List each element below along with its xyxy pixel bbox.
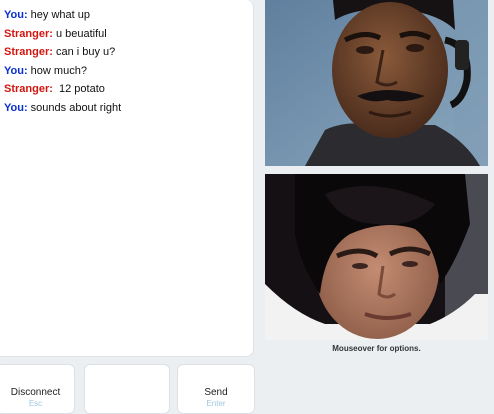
disconnect-button[interactable]: Disconnect Esc (0, 364, 75, 414)
message-text: how much? (27, 64, 87, 77)
send-button[interactable]: Send Enter (177, 364, 255, 414)
chat-log: You: hey what up Stranger: u beuatiful S… (0, 0, 254, 357)
chat-message: You: how much? (4, 62, 249, 81)
message-text: can i buy u? (52, 46, 116, 58)
chat-message: You: sounds about right (4, 99, 249, 118)
chat-message: You: hey what up (4, 6, 249, 25)
message-sender: You: (4, 64, 28, 77)
message-text: 12 potato (52, 83, 105, 95)
message-text: hey what up (27, 9, 90, 21)
chat-message: Stranger: can i buy u? (4, 43, 249, 62)
message-input[interactable] (84, 364, 170, 414)
chat-message: Stranger: u beuatiful (4, 25, 249, 44)
stranger-video-frame (265, 0, 488, 166)
message-text: u beuatiful (52, 27, 107, 40)
message-sender: You: (4, 101, 28, 114)
disconnect-label: Disconnect (10, 387, 61, 398)
chat-message: Stranger: 12 potato (4, 80, 249, 99)
send-label: Send (204, 387, 228, 398)
send-shortcut-hint: Enter (206, 399, 226, 408)
message-sender: You: (4, 9, 28, 21)
stranger-video[interactable] (265, 0, 488, 166)
self-video[interactable] (265, 174, 488, 340)
message-text: sounds about right (27, 101, 122, 114)
message-sender: Stranger: (4, 46, 53, 58)
video-options-hint: Mouseover for options. (332, 344, 421, 353)
self-video-frame (265, 174, 488, 340)
message-sender: Stranger: (4, 27, 53, 40)
disconnect-shortcut-hint: Esc (28, 399, 43, 408)
message-sender: Stranger: (4, 83, 53, 95)
